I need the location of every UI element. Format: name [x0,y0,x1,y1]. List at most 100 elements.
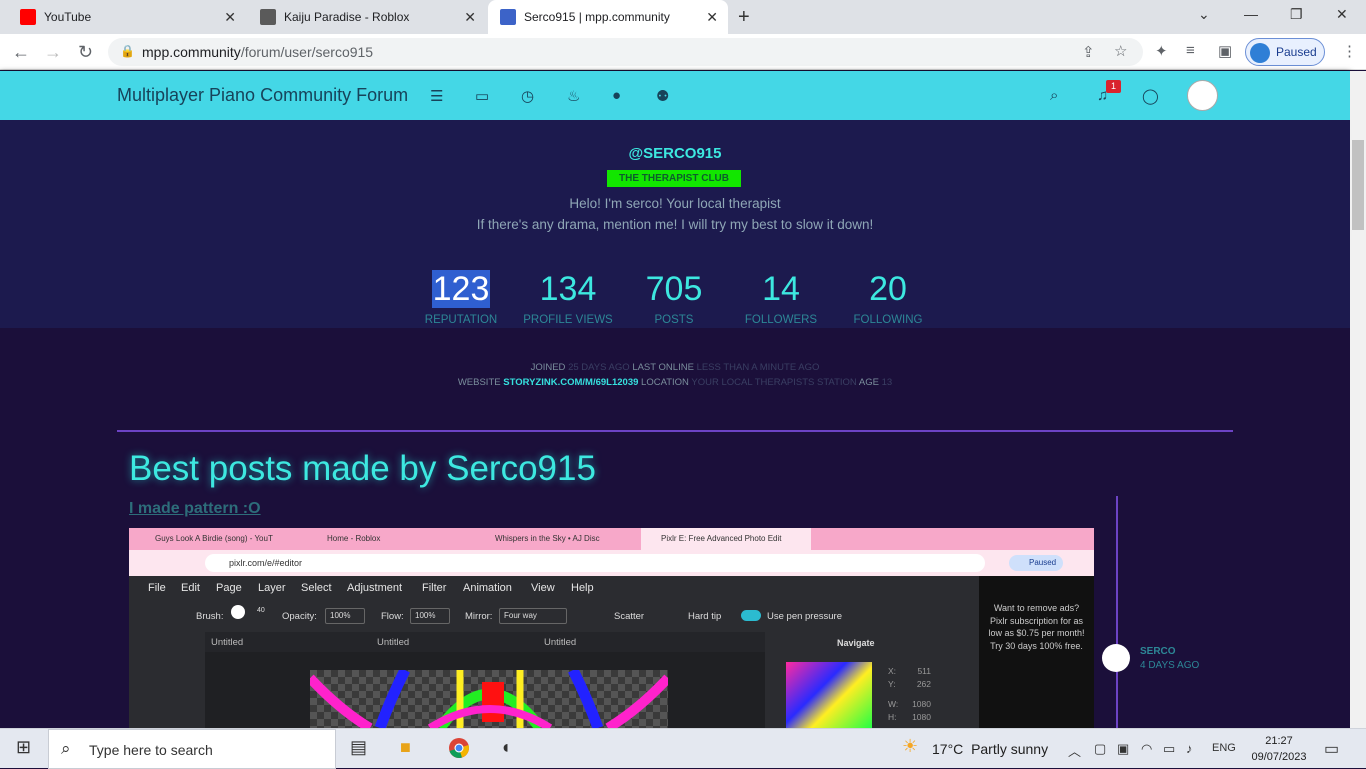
embedded-menu-item: Edit [181,582,200,594]
embedded-coord: 511 [917,666,931,676]
embedded-menu-bar: File Edit Page Layer Select Adjustment F… [129,576,979,600]
embedded-option: Hard tip [688,611,722,622]
clock-icon[interactable]: ◷ [521,87,534,105]
embedded-menu-item: Animation [463,582,512,594]
stat-label: REPUTATION [424,314,498,326]
website-link[interactable]: STORYZINK.COM/M/69L12039 [503,377,638,388]
profile-meta-line1: JOINED 25 DAYS AGO LAST ONLINE LESS THAN… [0,362,1350,373]
embedded-menu-item: Layer [258,582,286,594]
embedded-ad-text: Try 30 days 100% free. [990,640,1083,651]
show-hidden-icon[interactable]: ︿ [1068,741,1081,760]
toggle-icon [741,610,761,621]
post-image: Guys Look A Birdie (song) - YouT Home - … [129,528,1094,728]
forward-icon[interactable]: → [44,42,62,63]
battery-icon[interactable]: ▭ [1163,741,1175,757]
file-explorer-icon[interactable]: ■ [400,737,411,758]
close-icon[interactable]: ✕ [464,9,476,26]
embedded-url: pixlr.com/e/#editor [205,554,985,572]
avatar[interactable] [1187,80,1218,111]
embedded-option: Scatter [614,611,645,622]
task-view-icon[interactable]: ▤ [350,737,367,758]
online-value: LESS THAN A MINUTE AGO [696,362,820,373]
profile-meta-line2: WEBSITE STORYZINK.COM/M/69L12039 LOCATIO… [0,377,1350,388]
new-tab-button[interactable]: + [738,6,750,29]
chrome-logo [449,738,469,758]
embedded-tab: Home - Roblox [327,534,381,543]
display-icon[interactable]: ▣ [1117,741,1129,757]
bookmark-star-icon[interactable]: ☆ [1114,42,1127,60]
meet-now-icon[interactable]: ▢ [1094,741,1106,757]
close-icon[interactable]: ✕ [224,9,236,26]
age-value: 13 [881,377,893,388]
website-label: WEBSITE [457,377,501,388]
side-panel-icon[interactable]: ▣ [1218,42,1232,60]
forum-header: Multiplayer Piano Community Forum ☰ ▭ ◷ … [0,71,1350,120]
clock[interactable]: 21:27 09/07/2023 [1249,733,1309,765]
forum-brand[interactable]: Multiplayer Piano Community Forum [117,85,408,106]
profile-handle: @SERCO915 [628,145,722,162]
group-icon[interactable]: ⚉ [656,87,669,105]
reload-icon[interactable]: ↻ [78,42,93,63]
chat-icon[interactable]: ◯ [1142,87,1159,105]
volume-icon[interactable]: ♪ [1186,741,1193,756]
joined-label: JOINED [530,362,566,373]
tab-mpp-community[interactable]: Serco915 | mpp.community ✕ [488,0,728,34]
close-icon[interactable]: ✕ [706,9,718,26]
tab-search-icon[interactable]: ⌄ [1198,6,1210,23]
scrollbar-thumb[interactable] [1352,140,1364,230]
notification-center-icon[interactable]: ▭ [1324,739,1339,759]
profile-paused-button[interactable]: Paused [1245,38,1325,66]
bio-line: If there's any drama, mention me! I will… [476,217,874,232]
language-indicator[interactable]: ENG [1212,742,1236,754]
list-icon[interactable]: ☰ [430,87,443,105]
embedded-ad-text: Want to remove ads? Pixlr subscription f… [988,603,1085,638]
embedded-address-bar: pixlr.com/e/#editor Paused [129,550,1094,576]
search-icon[interactable]: ⌕ [1050,87,1058,104]
post-author[interactable]: SERCO [1140,646,1176,657]
stat-label: FOLLOWING [853,314,923,326]
minimize-icon[interactable]: — [1244,6,1258,22]
location-label: LOCATION [641,377,689,388]
embedded-menu-item: Adjustment [347,582,403,594]
windows-start-icon[interactable]: ⊞ [16,737,31,758]
embedded-coord: X: [888,666,897,676]
post-title-link[interactable]: I made pattern :O [129,500,261,518]
back-icon[interactable]: ← [12,42,30,63]
inbox-icon[interactable]: ▭ [475,87,489,105]
taskbar-search[interactable]: ⌕ Type here to search [48,729,336,769]
fire-icon[interactable]: ♨ [567,87,580,105]
embedded-menu-item: View [531,582,555,594]
embedded-options-bar: Brush: 40 Opacity: 100% Flow: 100% Mirro… [129,600,979,632]
post-time[interactable]: 4 DAYS AGO [1140,660,1199,671]
extensions-icon[interactable]: ✦ [1155,42,1168,60]
paused-label: Paused [1276,45,1317,59]
online-label: LAST ONLINE [632,362,694,373]
share-icon[interactable]: ⇪ [1082,43,1095,61]
roblox-icon [260,9,276,25]
brush-preview-icon [231,605,245,619]
browser-tab-strip: YouTube ✕ Kaiju Paradise - Roblox ✕ Serc… [0,0,1366,34]
group-badge[interactable]: THE THERAPIST CLUB [607,170,741,187]
embedded-coord: Y: [888,679,896,689]
user-icon[interactable]: ● [612,87,621,104]
media-control-icon[interactable]: ≡ [1186,42,1195,59]
menu-icon[interactable]: ⋮ [1342,42,1357,60]
embedded-right-toolbar [943,632,979,728]
restore-icon[interactable]: ❐ [1290,6,1303,23]
embedded-coord: 1080 [912,699,931,709]
clock-date: 09/07/2023 [1251,751,1307,763]
tab-roblox[interactable]: Kaiju Paradise - Roblox ✕ [248,0,486,34]
weather-widget[interactable]: 17°C Partly sunny [932,741,1048,757]
stat-following: 20 FOLLOWING [833,268,943,326]
close-window-icon[interactable]: ✕ [1336,6,1348,23]
address-bar[interactable]: 🔒 mpp.community/forum/user/serco915 ⇪ ☆ [108,38,1143,66]
wifi-icon[interactable]: ◠ [1141,741,1152,757]
age-label: AGE [858,377,879,388]
weather-icon[interactable]: ☀ [902,736,918,757]
tab-youtube[interactable]: YouTube ✕ [8,0,246,34]
divider [117,430,1233,432]
avatar[interactable] [1102,644,1130,672]
embedded-menu-item: File [148,582,166,594]
chrome-icon[interactable] [448,737,470,764]
mouse-app-icon[interactable]: ◖ [500,737,511,758]
